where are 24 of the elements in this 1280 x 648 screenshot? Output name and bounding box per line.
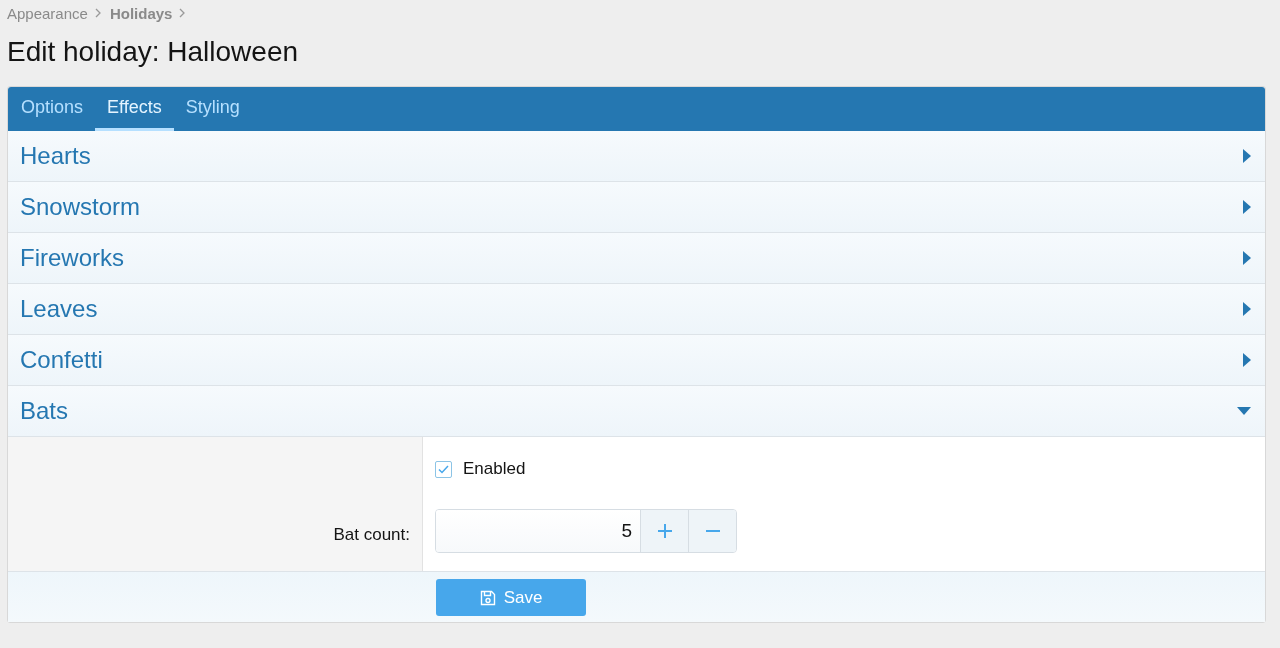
check-icon — [438, 464, 449, 474]
page-title: Edit holiday: Halloween — [7, 35, 300, 69]
breadcrumb-link[interactable]: Holidays — [109, 4, 173, 22]
caret-right-icon — [1243, 200, 1251, 214]
caret-right-icon — [1243, 251, 1251, 265]
section-header[interactable]: Fireworks — [8, 233, 1265, 284]
section-header[interactable]: Leaves — [8, 284, 1265, 335]
caret-right-icon — [1243, 353, 1251, 367]
breadcrumb-link[interactable]: Appearance — [7, 4, 88, 22]
section-header[interactable]: Confetti — [8, 335, 1265, 386]
field-label: Bat count: — [333, 525, 410, 545]
checkbox-label: Enabled — [463, 459, 526, 479]
save-button[interactable]: Save — [436, 579, 586, 616]
checkbox[interactable] — [435, 460, 452, 478]
chevron-right-icon — [94, 8, 101, 18]
caret-down-icon — [1237, 407, 1251, 415]
section-header[interactable]: Hearts — [8, 131, 1265, 182]
caret-right-icon — [1243, 149, 1251, 163]
caret-right-icon — [1243, 302, 1251, 316]
chevron-right-icon — [179, 8, 186, 18]
tab[interactable]: Styling — [173, 87, 252, 131]
section-header[interactable]: Snowstorm — [8, 182, 1265, 233]
tab[interactable]: Options — [9, 87, 96, 131]
section-header[interactable]: Bats — [8, 386, 1265, 437]
